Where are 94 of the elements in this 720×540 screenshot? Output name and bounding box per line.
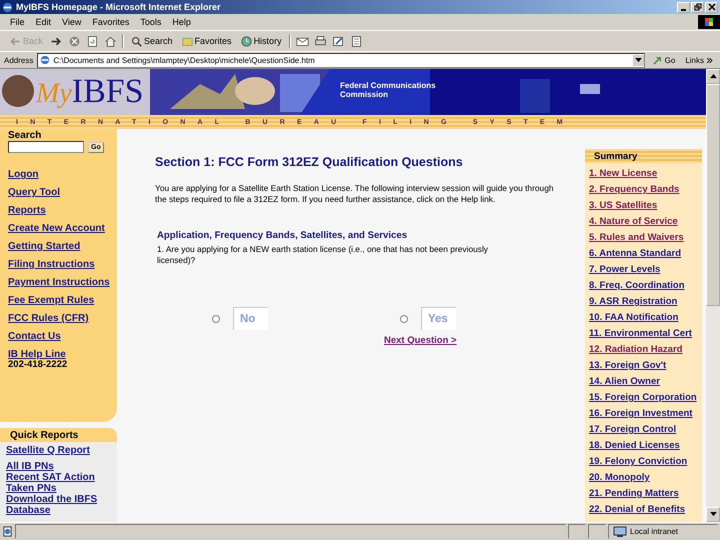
summary-link[interactable]: 9. ASR Registration — [585, 294, 702, 310]
summary-link[interactable]: 1. New License — [585, 166, 702, 182]
section-title: Quick Reports — [10, 430, 78, 440]
windows-logo-icon — [698, 15, 720, 29]
summary-link[interactable]: 16. Foreign Investment — [585, 406, 702, 422]
toolbar-button[interactable]: Search — [129, 36, 175, 46]
up-arrow-icon — [710, 74, 716, 79]
summary-link[interactable]: 19. Felony Conviction — [585, 454, 702, 470]
summary-link[interactable]: 20. Monopoly — [585, 470, 702, 486]
report-link[interactable]: Database — [6, 505, 117, 516]
report-link[interactable]: Taken PNs — [6, 483, 117, 494]
summary-link[interactable]: 17. Foreign Control — [585, 422, 702, 438]
summary-link[interactable]: 18. Denied Licenses — [585, 438, 702, 454]
nav-link[interactable]: Reports — [8, 205, 117, 216]
computer-icon — [613, 526, 627, 538]
intro-text: You are applying for a Satellite Earth Station License. The following interview session will guide you through the steps required to file a 312EZ form. If you need further assistance, click on the Help link. — [155, 183, 555, 205]
nav-link[interactable]: FCC Rules (CFR) — [8, 313, 117, 324]
window-title: MyIBFS Homepage - Microsoft Internet Explorer — [16, 2, 222, 12]
nav-link[interactable]: Payment Instructions — [8, 277, 117, 288]
edit-icon[interactable] — [332, 34, 345, 48]
next-question-link[interactable]: Next Question > — [384, 335, 457, 346]
menu-item[interactable]: File — [10, 17, 25, 27]
summary-link[interactable]: 13. Foreign Gov't — [585, 358, 702, 374]
browser-icon — [2, 2, 13, 12]
printer-icon[interactable] — [314, 34, 327, 48]
links-button[interactable]: Links — [682, 56, 716, 64]
nav-link[interactable]: Logon — [8, 169, 117, 180]
refresh-icon[interactable] — [86, 34, 100, 48]
close-icon — [708, 3, 716, 11]
section-heading: Application, Frequency Bands, Satellites, and Services — [157, 230, 408, 241]
answer-label: No — [233, 307, 268, 330]
summary-link[interactable]: 10. FAA Notification — [585, 310, 702, 326]
site-logo: MyIBFS — [36, 72, 144, 112]
summary-link[interactable]: 2. Frequency Bands — [585, 182, 702, 198]
report-link[interactable]: Download the IBFS — [6, 494, 117, 505]
address-field[interactable]: C:\Documents and Settings\mlamptey\Desktop\michele\QuestionSide.htm — [37, 52, 645, 68]
nav-link[interactable]: Create New Account — [8, 223, 117, 234]
menu-item[interactable]: Tools — [140, 17, 162, 27]
radio-button[interactable] — [212, 314, 220, 322]
summary-link[interactable]: 4. Nature of Service — [585, 214, 702, 230]
nav-link[interactable]: Query Tool — [8, 187, 117, 198]
page-heading: Section 1: FCC Form 312EZ Qualification Questions — [155, 155, 464, 169]
back-arrow-icon — [10, 36, 21, 46]
security-zone: Local intranet — [608, 524, 718, 539]
summary-link[interactable]: 8. Freq. Coordination — [585, 278, 702, 294]
menu-item[interactable]: Help — [172, 17, 191, 27]
search-icon — [131, 36, 142, 46]
down-arrow-icon — [710, 512, 716, 517]
search-field[interactable] — [8, 141, 84, 153]
restore-icon — [694, 3, 702, 11]
nav-link[interactable]: Filing Instructions — [8, 259, 117, 270]
caret-icon — [634, 58, 642, 62]
section-title: Summary — [594, 150, 638, 162]
question-text: 1. Are you applying for a NEW earth station license (i.e., one that has not been previously licensed)? — [157, 244, 489, 266]
summary-link[interactable]: 12. Radiation Hazard — [585, 342, 702, 358]
summary-link[interactable]: 14. Alien Owner — [585, 374, 702, 390]
summary-link[interactable]: 5. Rules and Waivers — [585, 230, 702, 246]
report-link[interactable]: Recent SAT Action — [6, 472, 117, 483]
summary-link[interactable]: 22. Denial of Benefits — [585, 502, 702, 518]
arrow-icon — [652, 54, 663, 66]
dropdown-button[interactable] — [632, 54, 644, 66]
nav-link[interactable]: Contact Us — [8, 331, 117, 342]
summary-link[interactable]: 6. Antenna Standard — [585, 246, 702, 262]
summary-link[interactable]: 21. Pending Matters — [585, 486, 702, 502]
summary-link[interactable]: 15. Foreign Corporation — [585, 390, 702, 406]
menu-item[interactable]: Edit — [36, 17, 52, 27]
menu-item[interactable]: Favorites — [92, 17, 130, 27]
summary-link[interactable]: 7. Power Levels — [585, 262, 702, 278]
close-button[interactable] — [705, 2, 718, 12]
go-button[interactable]: Go — [648, 54, 678, 66]
summary-link[interactable]: 11. Environmental Cert — [585, 326, 702, 342]
vertical-scrollbar[interactable] — [706, 69, 720, 522]
nav-link[interactable]: Getting Started — [8, 241, 117, 252]
agency-name: Federal Communications Commission — [340, 81, 437, 99]
report-link[interactable]: All IB PNs — [6, 461, 117, 472]
stop-icon[interactable] — [68, 34, 82, 48]
nav-link[interactable]: Fee Exempt Rules — [8, 295, 117, 306]
document-icon[interactable] — [350, 34, 363, 48]
answer-label: Yes — [421, 307, 456, 330]
report-link[interactable]: Satellite Q Report — [6, 445, 117, 456]
address-label: Address — [4, 56, 34, 64]
toolbar-button[interactable]: History — [238, 36, 284, 46]
summary-link[interactable]: 3. US Satellites — [585, 198, 702, 214]
home-icon[interactable] — [104, 34, 118, 48]
restore-button[interactable] — [691, 2, 704, 12]
menu-item[interactable]: View — [62, 17, 82, 27]
chevron-icon — [706, 58, 713, 62]
nav-link[interactable]: IB Help Line — [8, 349, 117, 360]
search-label: Search — [8, 130, 42, 141]
radio-button[interactable] — [400, 314, 408, 322]
clock-icon — [240, 36, 252, 46]
toolbar-button[interactable]: Favorites — [180, 36, 234, 46]
minimize-button[interactable] — [677, 2, 690, 12]
phone-number: 202-418-2222 — [8, 359, 68, 370]
